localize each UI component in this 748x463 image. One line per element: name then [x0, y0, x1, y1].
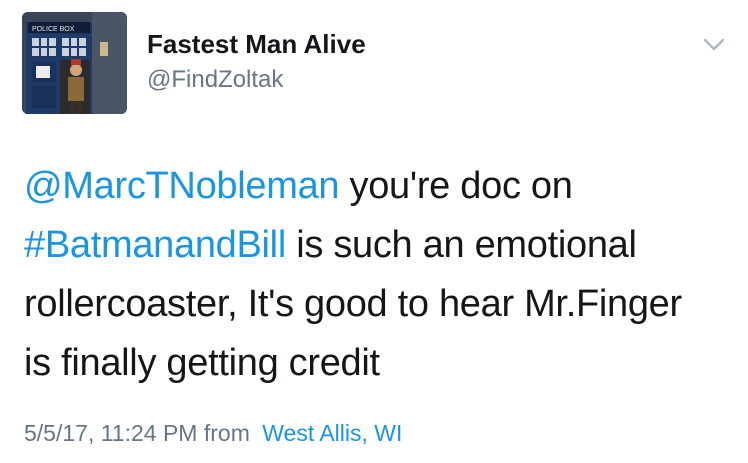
tweet-line-2: #BatmanandBill is such an emotional [24, 216, 734, 275]
hashtag-link[interactable]: #BatmanandBill [24, 224, 286, 266]
tweet-card: POLICE BOX Fastest Man Alive @FindZoltak… [0, 0, 748, 463]
tweet-meta: 5/5/17, 11:24 PM from West Allis, WI [24, 420, 402, 447]
location-link[interactable]: West Allis, WI [262, 420, 402, 446]
tweet-text-segment: is such an emotional [285, 224, 637, 266]
display-name[interactable]: Fastest Man Alive [147, 29, 366, 60]
username[interactable]: @FindZoltak [147, 66, 283, 94]
avatar[interactable]: POLICE BOX [22, 12, 127, 114]
tweet-line-4: is finally getting credit [24, 342, 380, 384]
chevron-down-icon[interactable] [700, 33, 728, 55]
from-label: from [203, 420, 250, 446]
mention-link[interactable]: @MarcTNobleman [24, 165, 340, 207]
police-box-avatar-image: POLICE BOX [22, 12, 127, 114]
tweet-text-segment: you're doc on [339, 165, 573, 207]
avatar-sign-text: POLICE BOX [32, 26, 75, 33]
tweet-line-3: rollercoaster, It's good to hear Mr.Fing… [24, 283, 682, 325]
timestamp[interactable]: 5/5/17, 11:24 PM [24, 420, 197, 446]
tweet-line-1: @MarcTNobleman you're doc on [24, 157, 734, 216]
tweet-text: @MarcTNobleman you're doc on #BatmanandB… [24, 157, 734, 393]
